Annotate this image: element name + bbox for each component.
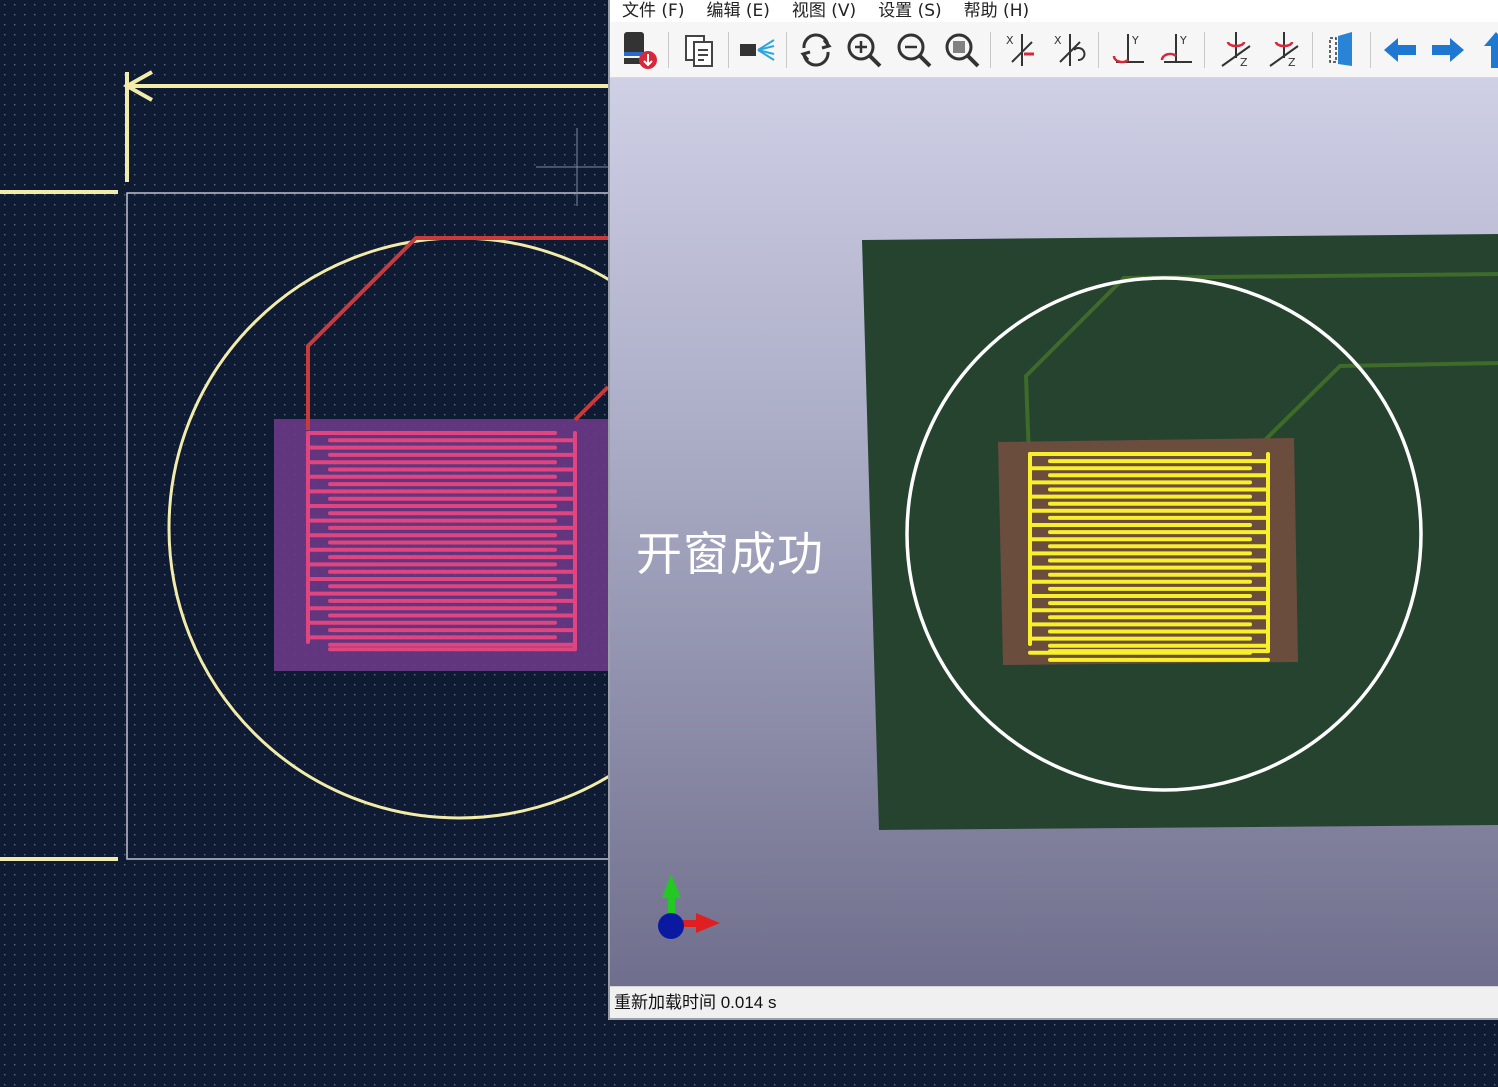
pan-right-icon[interactable] [1426,28,1470,72]
svg-text:Y: Y [1179,34,1187,47]
zoom-out-icon[interactable] [892,28,936,72]
menu-help[interactable]: 帮助 (H) [964,0,1029,22]
status-bar: 重新加载时间 0.014 s [610,986,1498,1018]
menu-bar: 文件 (F) 编辑 (E) 视图 (V) 设置 (S) 帮助 (H) [610,0,1498,22]
toolbar: X X Y Y Z Z [610,22,1498,78]
rotate-y-ccw-icon[interactable]: Y [1154,28,1198,72]
rotate-x-cw-icon[interactable]: X [1000,28,1044,72]
pan-up-icon[interactable] [1474,28,1498,72]
svg-text:Z: Z [1240,56,1248,69]
rotate-z-ccw-icon[interactable]: Z [1262,28,1306,72]
annotation-label: 开窗成功 [636,527,824,581]
camera-icon[interactable] [736,28,780,72]
reload-icon[interactable] [794,28,838,72]
rotate-z-cw-icon[interactable]: Z [1214,28,1258,72]
zoom-in-icon[interactable] [842,28,886,72]
rotate-x-ccw-icon[interactable]: X [1048,28,1092,72]
zoom-fit-icon[interactable] [940,28,984,72]
copy-icon[interactable] [678,28,722,72]
svg-text:Y: Y [1131,34,1139,47]
3d-viewer-window[interactable]: 文件 (F) 编辑 (E) 视图 (V) 设置 (S) 帮助 (H) X X Y… [608,0,1498,1020]
3d-viewport[interactable]: 开窗成功 [610,78,1498,986]
menu-file[interactable]: 文件 (F) [622,0,684,22]
svg-text:X: X [1054,34,1062,47]
menu-settings[interactable]: 设置 (S) [878,0,941,22]
export-icon[interactable] [618,28,662,72]
axes-gizmo [658,874,720,939]
pan-left-icon[interactable] [1378,28,1422,72]
rotate-y-cw-icon[interactable]: Y [1106,28,1150,72]
svg-text:Z: Z [1288,56,1296,69]
flip-board-icon[interactable] [1320,28,1364,72]
menu-view[interactable]: 视图 (V) [792,0,856,22]
svg-text:X: X [1006,34,1014,47]
status-text: 重新加载时间 0.014 s [614,993,777,1012]
menu-edit[interactable]: 编辑 (E) [706,0,769,22]
